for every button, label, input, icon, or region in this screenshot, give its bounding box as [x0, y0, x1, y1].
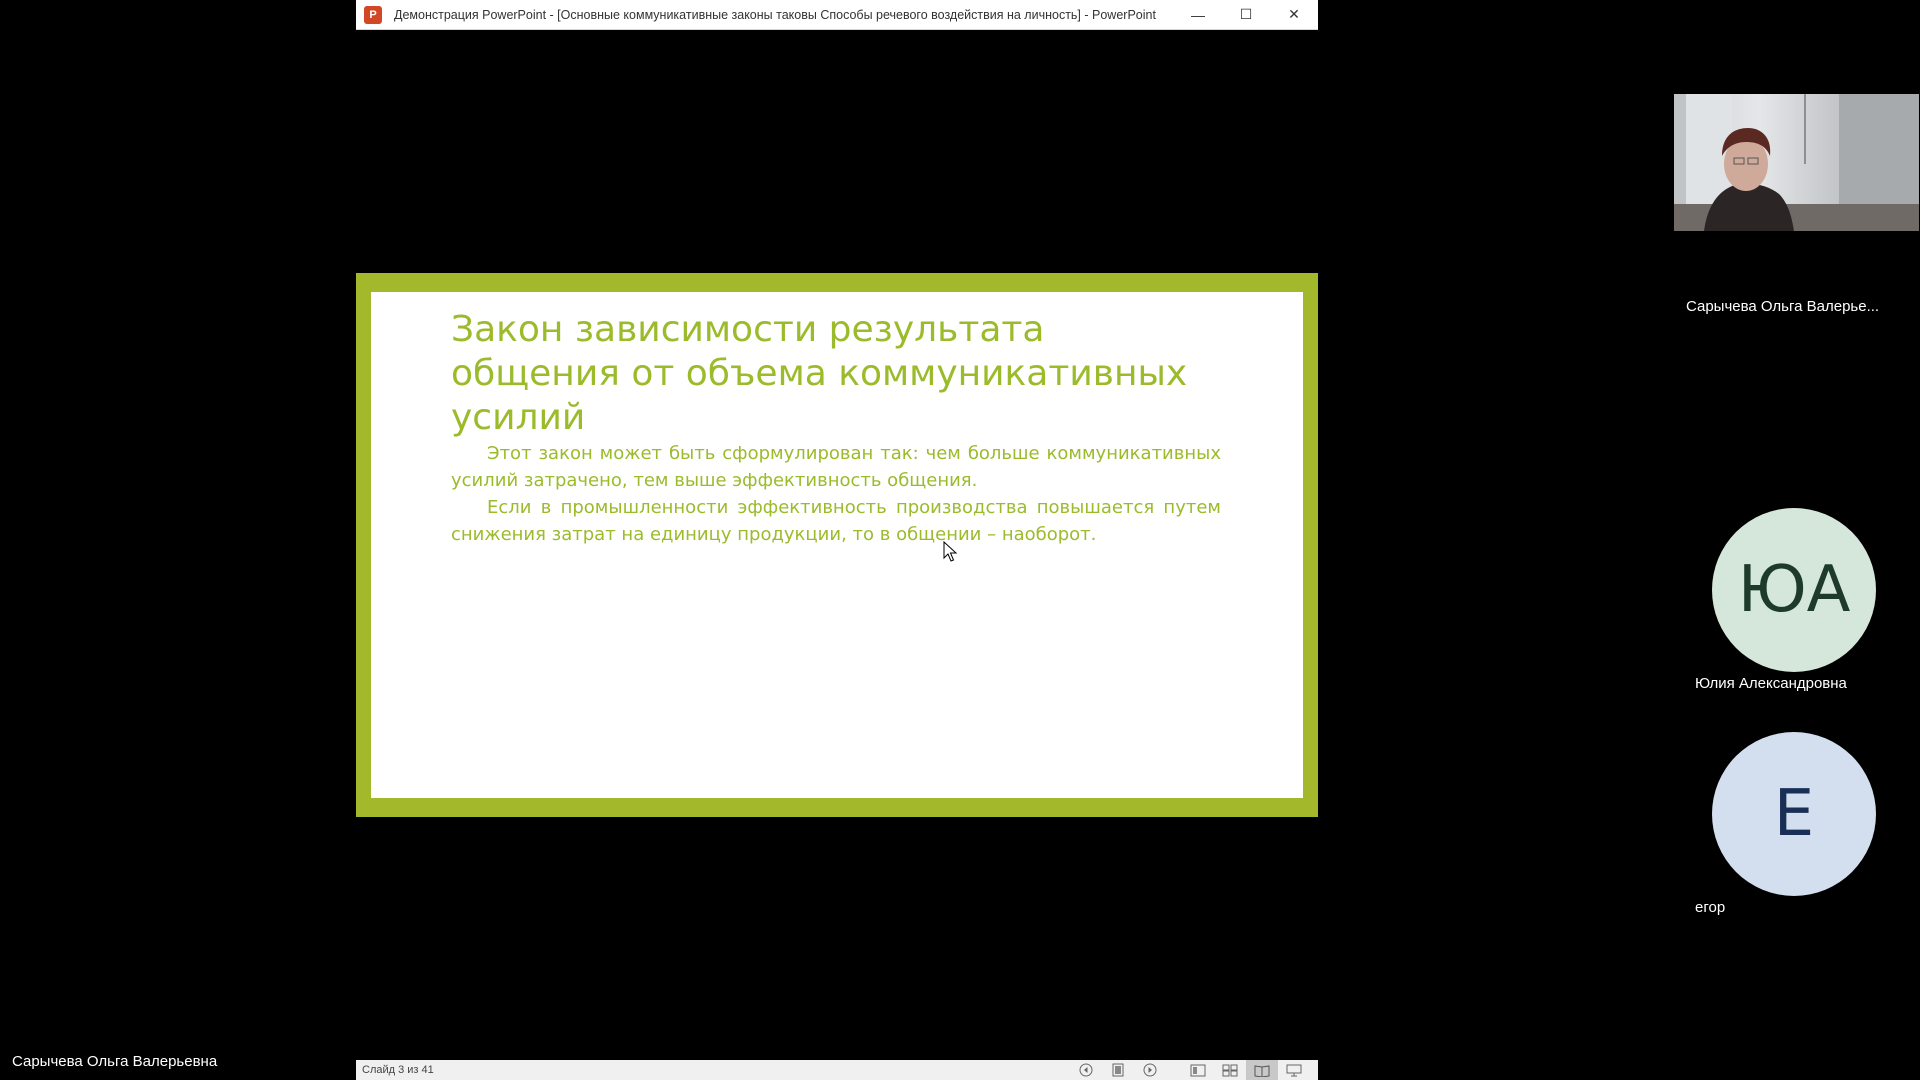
prev-icon[interactable]: [1070, 1060, 1102, 1080]
powerpoint-window-titlebar: P Демонстрация PowerPoint - [Основные ко…: [356, 0, 1318, 30]
slide-title: Закон зависимости результата общения от …: [451, 309, 1188, 438]
sorter-view-icon[interactable]: [1214, 1060, 1246, 1080]
participant-video-name: Сарычева Ольга Валерье...: [1686, 298, 1880, 315]
maximize-button[interactable]: ☐: [1222, 0, 1270, 30]
normal-view-icon[interactable]: [1182, 1060, 1214, 1080]
slide-paragraph: Этот закон может быть сформулирован так:…: [451, 443, 1221, 491]
window-title: Демонстрация PowerPoint - [Основные комм…: [394, 7, 1156, 22]
slide-body: Этот закон может быть сформулирован так:…: [451, 440, 1221, 548]
reading-view-icon[interactable]: [1246, 1060, 1278, 1080]
mouse-cursor-icon: [943, 541, 957, 562]
participant-video-tile[interactable]: [1674, 94, 1919, 231]
slide[interactable]: Закон зависимости результата общения от …: [356, 273, 1318, 817]
participant-name: егор: [1695, 899, 1726, 916]
participant-video-icon: [1674, 94, 1919, 231]
notes-icon[interactable]: [1102, 1060, 1134, 1080]
minimize-button[interactable]: —: [1174, 0, 1222, 30]
slideshow-icon[interactable]: [1278, 1060, 1310, 1080]
presenter-name-label: Сарычева Ольга Валерьевна: [12, 1053, 218, 1070]
next-icon[interactable]: [1134, 1060, 1166, 1080]
close-button[interactable]: ✕: [1270, 0, 1318, 30]
powerpoint-statusbar: Слайд 3 из 41: [356, 1060, 1318, 1080]
participant-avatar[interactable]: Е: [1712, 732, 1876, 896]
slide-paragraph: Если в промышленности эффективность прои…: [451, 497, 1221, 545]
slide-counter: Слайд 3 из 41: [362, 1064, 434, 1076]
participant-avatar[interactable]: ЮА: [1712, 508, 1876, 672]
slide-content-area: Закон зависимости результата общения от …: [371, 292, 1303, 798]
powerpoint-logo-icon: P: [364, 5, 382, 24]
participant-name: Юлия Александровна: [1695, 675, 1847, 692]
